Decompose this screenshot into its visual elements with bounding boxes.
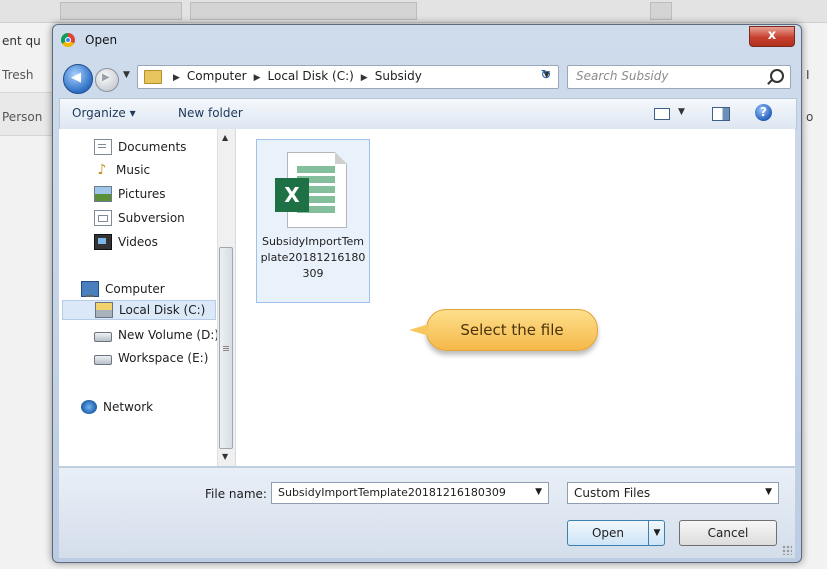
scroll-down-icon[interactable]: ▼ — [222, 452, 228, 461]
file-name-field-label: File name: — [205, 487, 267, 501]
file-type-dropdown-icon[interactable]: ▼ — [765, 487, 772, 497]
instruction-callout: Select the file — [409, 309, 598, 351]
drive-icon — [94, 355, 112, 365]
change-view-icon[interactable] — [654, 108, 670, 120]
file-item[interactable]: X SubsidyImportTemplate20181216180309 — [256, 139, 370, 303]
background-refresh-label: Tresh — [2, 68, 34, 82]
open-options-dropdown-icon[interactable]: ▼ — [648, 521, 665, 545]
search-box[interactable]: Search Subsidy — [567, 65, 791, 89]
background-tab — [190, 2, 417, 20]
subversion-icon — [94, 210, 112, 226]
search-icon[interactable] — [770, 69, 784, 83]
breadcrumb-local-disk[interactable]: Local Disk (C:) — [268, 69, 354, 83]
nav-item-music[interactable]: ♪ Music — [94, 160, 151, 180]
breadcrumb-separator-icon[interactable]: ▶ — [361, 73, 368, 83]
nav-item-subversion[interactable]: Subversion — [94, 208, 185, 228]
nav-item-label: Pictures — [118, 187, 166, 201]
computer-icon — [81, 281, 99, 297]
documents-icon — [94, 139, 112, 155]
nav-item-computer[interactable]: Computer — [81, 279, 165, 299]
file-name-input[interactable]: SubsidyImportTemplate20181216180309 ▼ — [271, 482, 549, 504]
file-type-select[interactable]: Custom Files ▼ — [567, 482, 779, 504]
dialog-footer: File name: SubsidyImportTemplate20181216… — [59, 467, 795, 558]
close-button[interactable]: x — [749, 26, 795, 47]
background-tab — [650, 2, 672, 20]
forward-arrow-icon[interactable] — [95, 68, 119, 92]
help-icon[interactable]: ? — [755, 104, 772, 121]
scrollbar-thumb[interactable] — [219, 247, 233, 449]
back-arrow-icon[interactable] — [63, 64, 93, 94]
nav-item-label: Subversion — [118, 211, 185, 225]
folder-icon — [144, 70, 162, 84]
cancel-button[interactable]: Cancel — [679, 520, 777, 546]
nav-item-label: Network — [103, 400, 154, 414]
breadcrumb-subsidy[interactable]: Subsidy — [375, 69, 422, 83]
file-name-value[interactable]: SubsidyImportTemplate20181216180309 — [278, 486, 506, 499]
excel-file-icon: X — [275, 152, 349, 228]
breadcrumb-separator-icon[interactable]: ▶ — [254, 73, 261, 83]
file-type-value[interactable]: Custom Files — [574, 486, 650, 500]
network-icon — [81, 400, 97, 414]
open-file-dialog: Open x ▼ ▶ Computer ▶ Local Disk (C:) ▶ Subsi… — [52, 24, 802, 563]
open-button[interactable]: Open ▼ — [567, 520, 665, 546]
nav-item-label: Computer — [105, 282, 165, 296]
nav-scrollbar[interactable]: ▲ ▼ — [217, 129, 235, 466]
background-person-label: Person — [2, 110, 43, 124]
breadcrumb: ▶ Computer ▶ Local Disk (C:) ▶ Subsidy — [166, 69, 422, 83]
nav-item-label: Music — [116, 163, 151, 177]
scroll-up-icon[interactable]: ▲ — [222, 133, 228, 142]
organize-button[interactable]: Organize ▾ — [72, 106, 136, 120]
background-right-label: I — [806, 68, 810, 82]
excel-badge: X — [275, 178, 309, 212]
callout-text: Select the file — [460, 321, 564, 339]
callout-pointer — [409, 324, 429, 336]
view-options-dropdown-icon[interactable]: ▼ — [678, 107, 685, 117]
chrome-icon — [61, 33, 75, 47]
recent-locations-dropdown-icon[interactable]: ▼ — [123, 70, 130, 80]
grip-icon — [223, 346, 229, 347]
nav-item-videos[interactable]: Videos — [94, 232, 158, 252]
background-app-strip — [0, 0, 827, 23]
breadcrumb-separator-icon[interactable]: ▶ — [173, 73, 180, 83]
new-folder-button[interactable]: New folder — [178, 106, 243, 120]
drive-icon — [94, 332, 112, 342]
nav-item-label: Videos — [118, 235, 158, 249]
breadcrumb-computer[interactable]: Computer — [187, 69, 247, 83]
nav-item-label: Local Disk (C:) — [119, 303, 206, 317]
nav-item-label: New Volume (D:) — [118, 328, 220, 342]
resize-grip-icon[interactable] — [782, 545, 792, 555]
command-toolbar: Organize ▾ New folder ▼ ? — [59, 98, 797, 130]
nav-item-network[interactable]: Network — [81, 397, 153, 417]
search-placeholder[interactable]: Search Subsidy — [576, 69, 668, 83]
nav-item-label: Workspace (E:) — [118, 351, 209, 365]
dialog-title: Open — [85, 33, 118, 47]
open-button-label[interactable]: Open — [568, 521, 648, 545]
pictures-icon — [94, 186, 112, 202]
file-name-dropdown-icon[interactable]: ▼ — [535, 487, 542, 497]
address-bar[interactable]: ▶ Computer ▶ Local Disk (C:) ▶ Subsidy ▼ — [137, 65, 559, 89]
videos-icon — [94, 234, 112, 250]
nav-item-local-disk[interactable]: Local Disk (C:) — [62, 300, 216, 320]
nav-item-new-volume[interactable]: New Volume (D:) — [94, 325, 219, 345]
nav-item-workspace[interactable]: Workspace (E:) — [94, 348, 208, 368]
nav-item-label: Documents — [118, 140, 187, 154]
file-list: X SubsidyImportTemplate20181216180309 Se… — [236, 129, 795, 466]
local-disk-icon — [95, 302, 113, 318]
background-tab — [60, 2, 182, 20]
nav-item-documents[interactable]: Documents — [94, 137, 186, 157]
preview-pane-icon[interactable] — [712, 107, 730, 121]
music-icon: ♪ — [97, 162, 107, 178]
background-right-label: o — [806, 110, 814, 124]
nav-item-pictures[interactable]: Pictures — [94, 184, 166, 204]
background-label: ent qu — [2, 34, 41, 48]
refresh-icon[interactable]: ↻ — [533, 65, 559, 87]
navigation-pane: Documents ♪ Music Pictures Subversion Vi… — [59, 129, 236, 466]
file-name-label: SubsidyImportTemplate20181216180309 — [260, 235, 366, 280]
